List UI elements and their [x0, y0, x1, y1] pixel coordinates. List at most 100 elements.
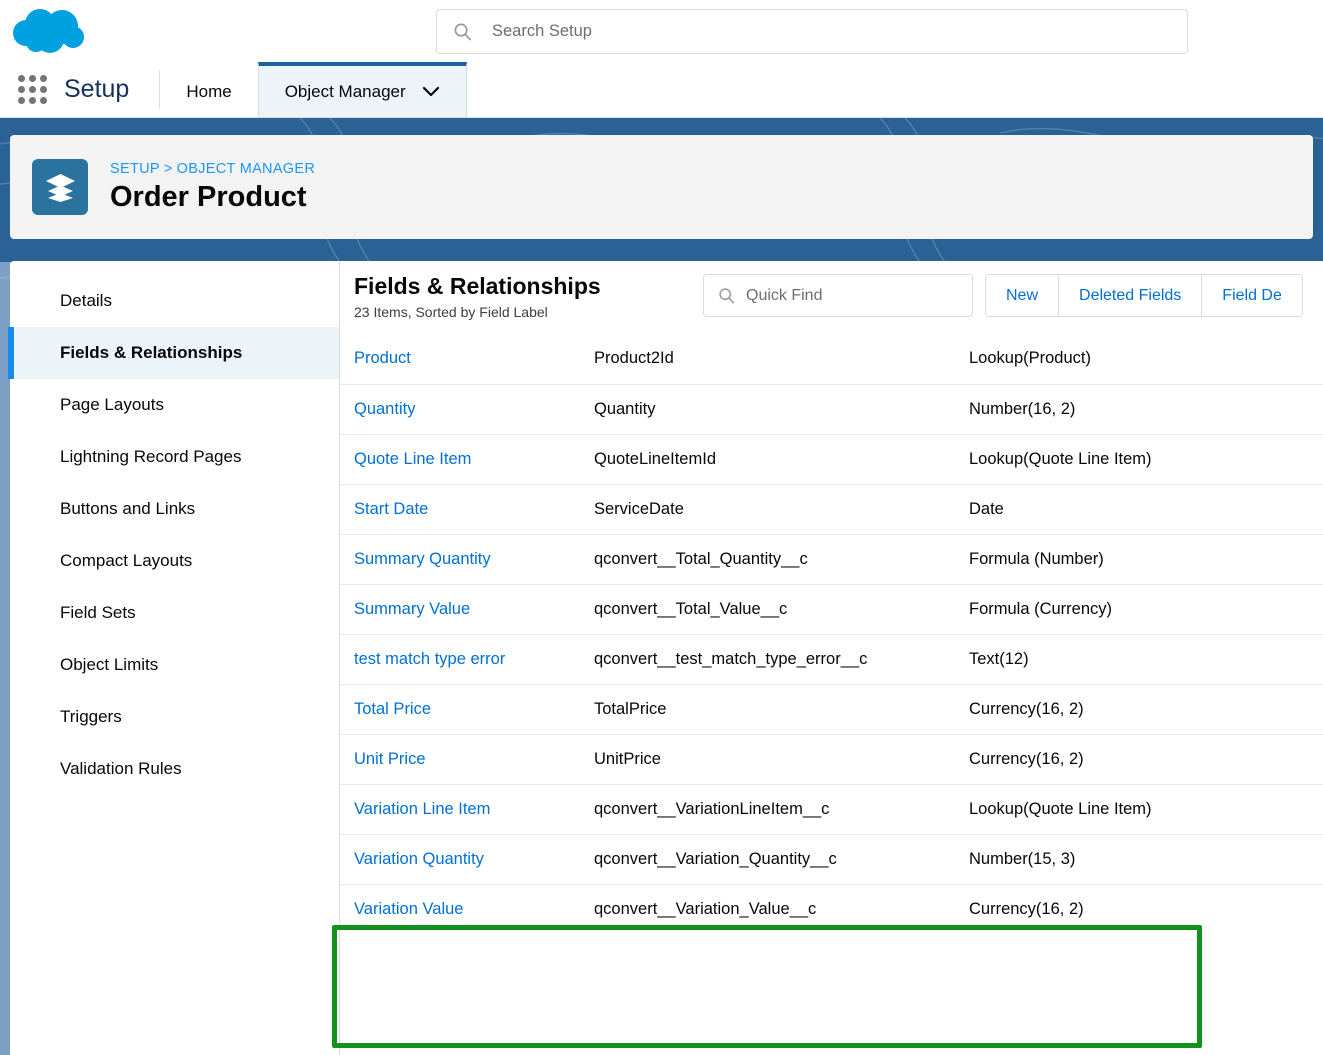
tab-home-label: Home — [186, 81, 232, 101]
field-api-name: ServiceDate — [580, 483, 955, 534]
sidebar-item-label: Page Layouts — [60, 395, 164, 414]
field-data-type: Number(16, 2) — [955, 383, 1323, 434]
field-api-name: UnitPrice — [580, 733, 955, 784]
global-search-box[interactable] — [436, 9, 1188, 54]
sidebar-item-fields-relationships[interactable]: Fields & Relationships — [8, 327, 339, 379]
field-data-type: Text(12) — [955, 633, 1323, 684]
field-label-link[interactable]: Unit Price — [354, 750, 426, 768]
table-row[interactable]: Quantity Quantity Number(16, 2) — [340, 383, 1323, 434]
field-dependencies-button[interactable]: Field De — [1202, 275, 1302, 316]
field-api-name: qconvert__VariationLineItem__c — [580, 783, 955, 834]
sidebar-item-compact-layouts[interactable]: Compact Layouts — [10, 535, 339, 587]
fields-relationships-panel: Fields & Relationships 23 Items, Sorted … — [340, 261, 1323, 1055]
table-row[interactable]: Total Price TotalPrice Currency(16, 2) — [340, 683, 1323, 734]
search-input[interactable] — [492, 22, 1132, 41]
sidebar-item-label: Field Sets — [60, 603, 136, 622]
sidebar-item-triggers[interactable]: Triggers — [10, 691, 339, 743]
setup-nav-bar: Setup Home Object Manager — [0, 62, 1323, 118]
deleted-fields-button[interactable]: Deleted Fields — [1059, 275, 1203, 316]
sidebar-item-field-sets[interactable]: Field Sets — [10, 587, 339, 639]
nav-tabs: Home Object Manager — [160, 62, 467, 117]
table-row[interactable]: Start Date ServiceDate Date — [340, 483, 1323, 534]
page-header-card: SETUP > OBJECT MANAGER Order Product — [10, 135, 1313, 239]
stacked-layers-object-icon — [32, 159, 88, 215]
breadcrumb-object-manager-link[interactable]: OBJECT MANAGER — [177, 161, 315, 177]
field-api-name: qconvert__Variation_Value__c — [580, 883, 955, 934]
table-row[interactable]: Summary Value qconvert__Total_Value__c F… — [340, 583, 1323, 634]
field-data-type: Currency(16, 2) — [955, 883, 1323, 934]
object-sidebar-nav: Details Fields & Relationships Page Layo… — [8, 261, 340, 1055]
field-api-name: qconvert__Total_Value__c — [580, 583, 955, 634]
salesforce-cloud-logo[interactable] — [10, 6, 94, 56]
app-launcher-waffle-icon — [17, 75, 47, 104]
breadcrumb-setup-link[interactable]: SETUP — [110, 161, 160, 177]
new-field-button[interactable]: New — [986, 275, 1060, 316]
field-data-type: Formula (Currency) — [955, 583, 1323, 634]
field-label-link[interactable]: Start Date — [354, 500, 428, 518]
sidebar-item-label: Lightning Record Pages — [60, 447, 242, 466]
sidebar-item-details[interactable]: Details — [10, 275, 339, 327]
field-api-name: qconvert__test_match_type_error__c — [580, 633, 955, 684]
field-label-link[interactable]: Variation Line Item — [354, 800, 490, 818]
global-header — [0, 0, 1323, 62]
panel-header: Fields & Relationships 23 Items, Sorted … — [340, 261, 1323, 334]
sidebar-item-label: Details — [60, 291, 112, 310]
page-title: Order Product — [110, 180, 307, 213]
sidebar-item-label: Triggers — [60, 707, 122, 726]
sidebar-item-page-layouts[interactable]: Page Layouts — [10, 379, 339, 431]
page-body: SETUP > OBJECT MANAGER Order Product Detai… — [0, 118, 1323, 1055]
chevron-down-icon — [422, 86, 440, 97]
field-api-name: qconvert__Total_Quantity__c — [580, 533, 955, 584]
field-api-name: qconvert__Variation_Quantity__c — [580, 833, 955, 884]
tab-home[interactable]: Home — [160, 62, 258, 117]
sidebar-item-validation-rules[interactable]: Validation Rules — [10, 743, 339, 795]
breadcrumb-separator: > — [163, 160, 173, 177]
field-api-name: QuoteLineItemId — [580, 433, 955, 484]
field-label-link[interactable]: Variation Value — [354, 900, 463, 918]
sidebar-item-label: Buttons and Links — [60, 499, 196, 518]
content-area: Details Fields & Relationships Page Layo… — [8, 261, 1323, 1055]
breadcrumb: SETUP > OBJECT MANAGER — [110, 161, 315, 177]
quick-find-input[interactable] — [746, 286, 946, 305]
field-label-link[interactable]: Total Price — [354, 700, 431, 718]
panel-button-group: New Deleted Fields Field De — [985, 274, 1303, 317]
sidebar-item-label: Object Limits — [60, 655, 159, 674]
search-icon — [453, 22, 472, 41]
field-data-type: Lookup(Quote Line Item) — [955, 433, 1323, 484]
field-label-link[interactable]: Quantity — [354, 400, 415, 418]
table-row[interactable]: Unit Price UnitPrice Currency(16, 2) — [340, 733, 1323, 784]
sidebar-item-label: Compact Layouts — [60, 551, 193, 570]
field-label-link[interactable]: Summary Value — [354, 600, 470, 618]
field-api-name: Quantity — [580, 383, 955, 434]
field-data-type: Number(15, 3) — [955, 833, 1323, 884]
fields-table: Product Product2Id Lookup(Product) Quant… — [340, 334, 1323, 934]
field-label-link[interactable]: Variation Quantity — [354, 850, 484, 868]
tab-object-manager-label: Object Manager — [284, 81, 406, 101]
tab-object-manager[interactable]: Object Manager — [257, 62, 467, 117]
app-launcher-button[interactable] — [0, 62, 64, 117]
field-label-link[interactable]: Product — [354, 349, 411, 367]
field-data-type: Date — [955, 483, 1323, 534]
field-label-link[interactable]: Quote Line Item — [354, 450, 471, 468]
table-row[interactable]: Variation Quantity qconvert__Variation_Q… — [340, 833, 1323, 884]
field-data-type: Currency(16, 2) — [955, 683, 1323, 734]
sidebar-item-label: Fields & Relationships — [60, 343, 243, 362]
fields-table-body: Product Product2Id Lookup(Product) Quant… — [340, 334, 1323, 934]
table-row[interactable]: Summary Quantity qconvert__Total_Quantit… — [340, 533, 1323, 584]
field-label-link[interactable]: Summary Quantity — [354, 550, 491, 568]
field-api-name: Product2Id — [594, 349, 674, 368]
table-row[interactable]: test match type error qconvert__test_mat… — [340, 633, 1323, 684]
sidebar-item-lightning-record-pages[interactable]: Lightning Record Pages — [10, 431, 339, 483]
field-data-type: Lookup(Quote Line Item) — [955, 783, 1323, 834]
table-row[interactable]: Variation Value qconvert__Variation_Valu… — [340, 883, 1323, 934]
table-row[interactable]: Product Product2Id Lookup(Product) — [340, 334, 1323, 384]
quick-find-box[interactable] — [703, 274, 973, 317]
table-row[interactable]: Variation Line Item qconvert__VariationL… — [340, 783, 1323, 834]
field-data-type: Lookup(Product) — [969, 349, 1091, 368]
field-label-link[interactable]: test match type error — [354, 650, 505, 668]
sidebar-item-buttons-and-links[interactable]: Buttons and Links — [10, 483, 339, 535]
field-data-type: Currency(16, 2) — [955, 733, 1323, 784]
sidebar-item-object-limits[interactable]: Object Limits — [10, 639, 339, 691]
table-row[interactable]: Quote Line Item QuoteLineItemId Lookup(Q… — [340, 433, 1323, 484]
field-data-type: Formula (Number) — [955, 533, 1323, 584]
